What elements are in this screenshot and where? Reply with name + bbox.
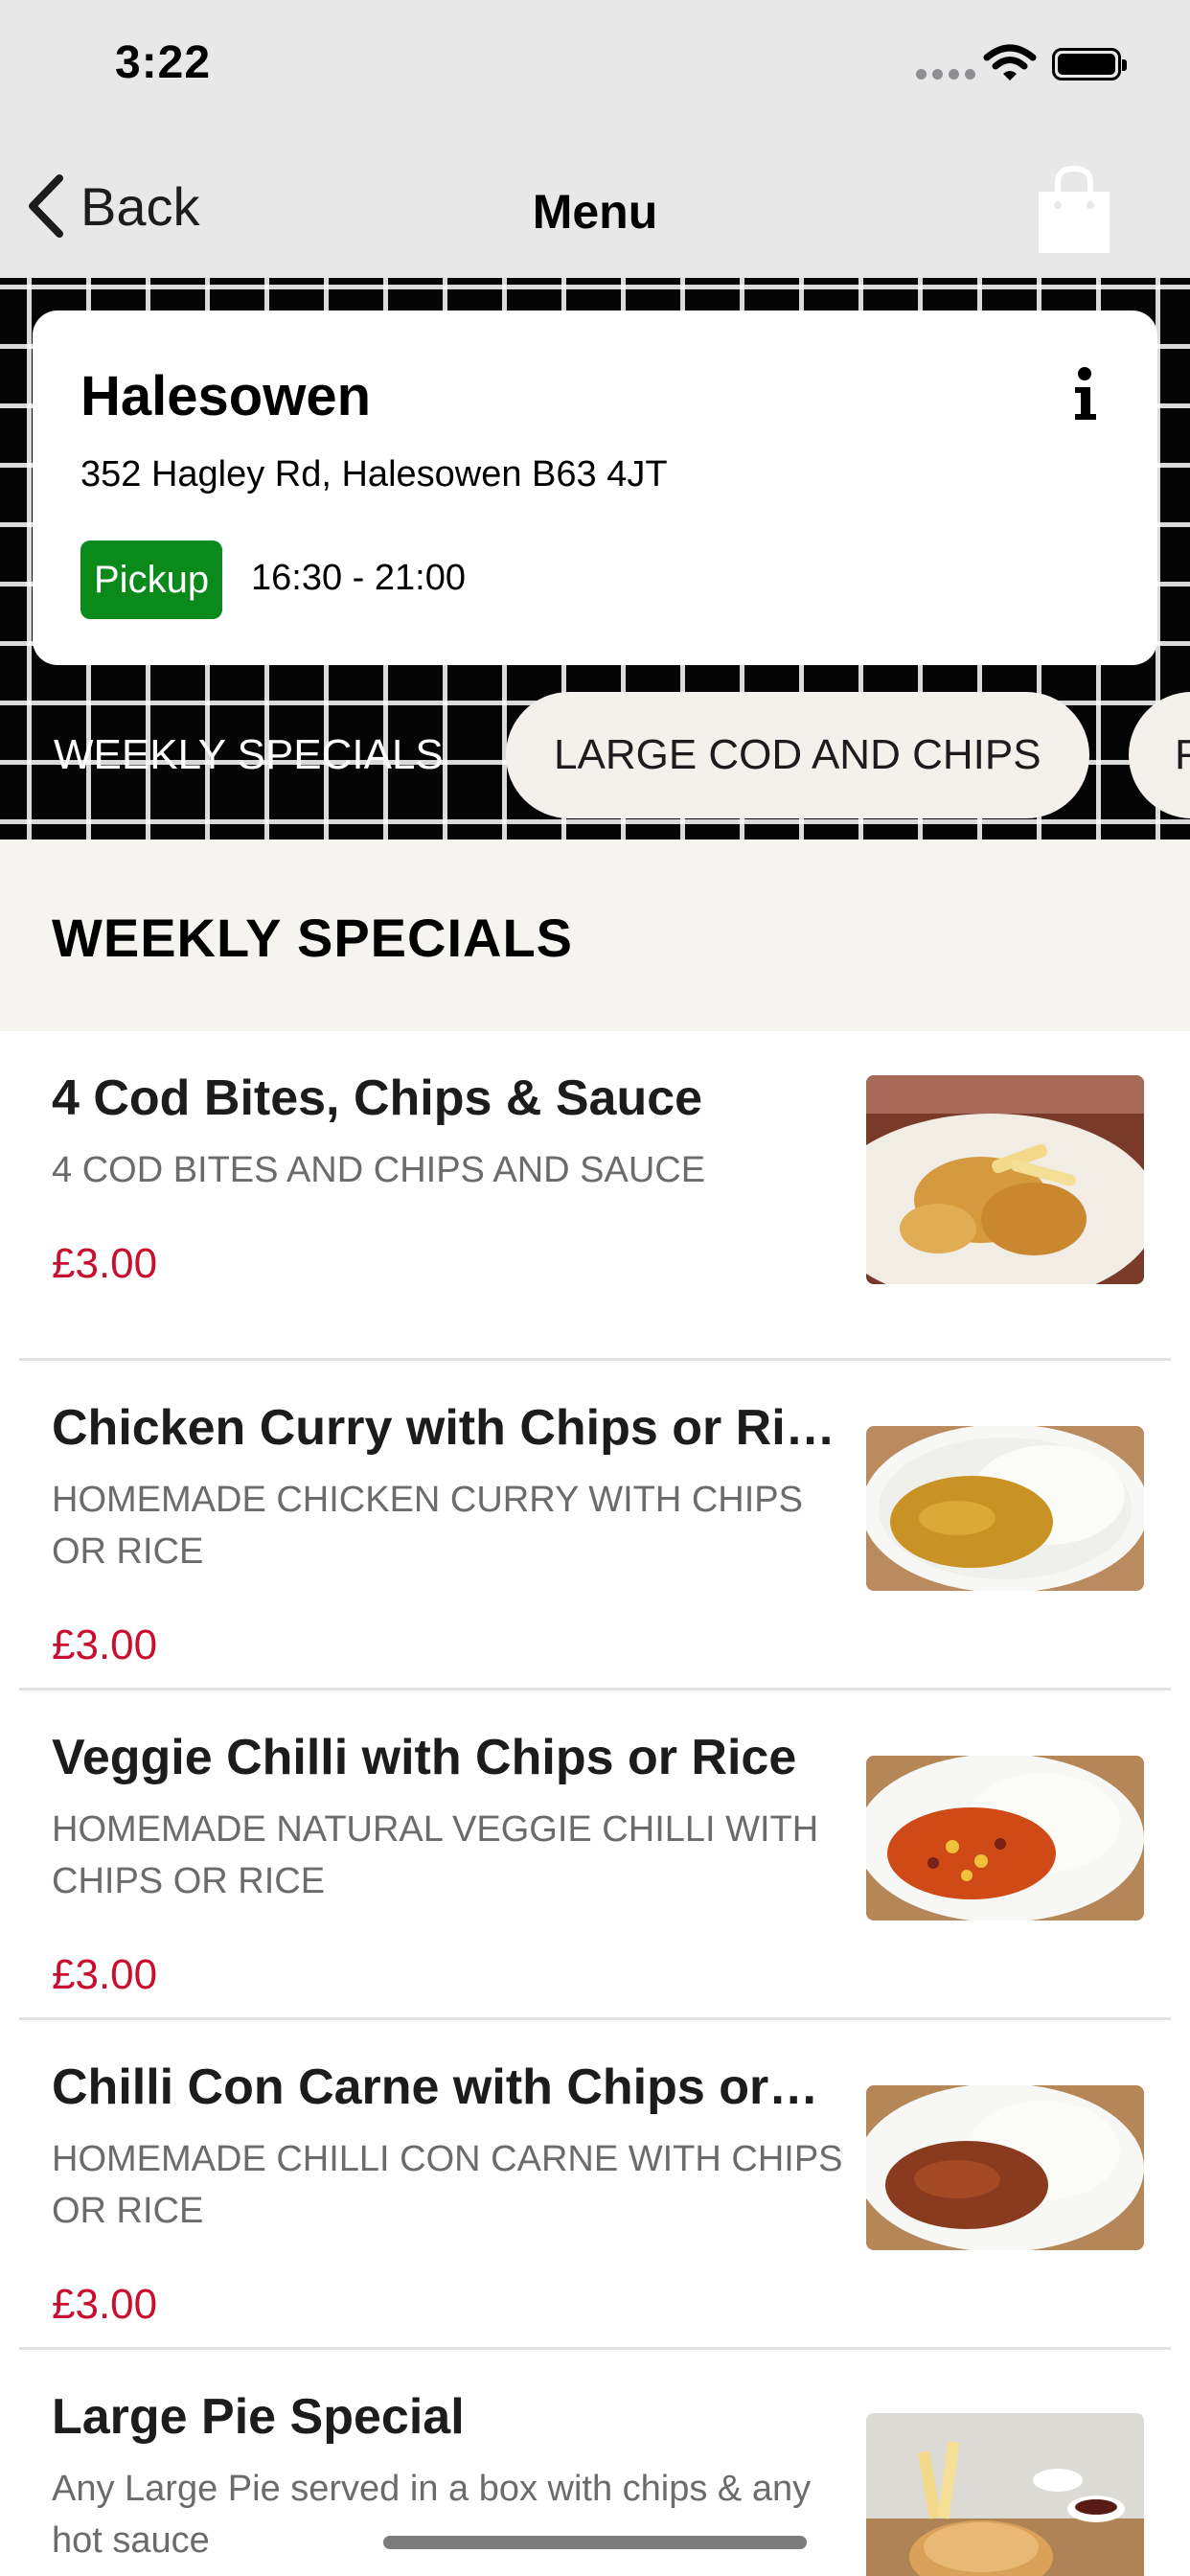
item-name: Chilli Con Carne with Chips or… xyxy=(52,2059,819,2115)
item-price: £3.00 xyxy=(52,1622,158,1668)
menu-item[interactable]: Chicken Curry with Chips or Rice HOMEMAD… xyxy=(0,1361,1190,1690)
store-card: Halesowen 352 Hagley Rd, Halesowen B63 4… xyxy=(33,310,1157,665)
home-indicator[interactable] xyxy=(383,2536,807,2549)
pickup-badge: Pickup xyxy=(80,540,223,619)
chilli-con-carne-image xyxy=(866,2085,1144,2250)
item-name: Veggie Chilli with Chips or Rice xyxy=(52,1730,797,1785)
tab-next-category[interactable]: F xyxy=(1129,692,1190,818)
battery-icon xyxy=(1052,48,1127,80)
cellular-signal-icon xyxy=(916,69,975,80)
item-name: 4 Cod Bites, Chips & Sauce xyxy=(52,1070,703,1126)
item-description: 4 COD BITES AND CHIPS AND SAUCE xyxy=(52,1150,706,1190)
item-price: £3.00 xyxy=(52,1240,158,1287)
shopping-bag-icon[interactable] xyxy=(1035,163,1113,257)
store-hours: 16:30 - 21:00 xyxy=(251,558,466,598)
menu-item[interactable]: 4 Cod Bites, Chips & Sauce 4 COD BITES A… xyxy=(0,1031,1190,1361)
item-price: £3.00 xyxy=(52,2281,158,2328)
status-bar: 3:22 xyxy=(0,0,1190,134)
menu-item[interactable]: Veggie Chilli with Chips or Rice HOMEMAD… xyxy=(0,1690,1190,2020)
store-name: Halesowen xyxy=(80,365,371,427)
item-price: £3.00 xyxy=(52,1951,158,1998)
navigation-bar: Back Menu xyxy=(0,134,1190,278)
menu-item[interactable]: Chilli Con Carne with Chips or… HOMEMADE… xyxy=(0,2020,1190,2350)
item-name: Chicken Curry with Chips or Rice xyxy=(52,1400,837,1456)
chicken-curry-image xyxy=(866,1426,1144,1591)
section-title: WEEKLY SPECIALS xyxy=(52,908,574,968)
cod-bites-image xyxy=(866,1075,1144,1284)
item-description: Any Large Pie served in a box with chips… xyxy=(52,2469,812,2561)
section-header: WEEKLY SPECIALS xyxy=(0,840,1190,1031)
store-address: 352 Hagley Rd, Halesowen B63 4JT xyxy=(80,454,668,494)
item-description: HOMEMADE NATURAL VEGGIE CHILLI WITH CHIP… xyxy=(52,1809,819,1901)
item-description: HOMEMADE CHICKEN CURRY WITH CHIPS OR RIC… xyxy=(52,1480,803,1572)
veggie-chilli-image xyxy=(866,1756,1144,1920)
pie-image xyxy=(866,2413,1144,2576)
store-header: Halesowen 352 Hagley Rd, Halesowen B63 4… xyxy=(0,278,1190,840)
category-tabs: WEEKLY SPECIALS LARGE COD AND CHIPS F xyxy=(0,692,1190,818)
info-icon[interactable] xyxy=(1065,366,1104,424)
page-title: Menu xyxy=(532,185,658,239)
status-time: 3:22 xyxy=(115,37,212,88)
item-name: Large Pie Special xyxy=(52,2389,465,2445)
tab-weekly-specials[interactable]: WEEKLY SPECIALS xyxy=(54,692,444,818)
item-description: HOMEMADE CHILLI CON CARNE WITH CHIPS OR … xyxy=(52,2139,843,2231)
wifi-icon xyxy=(983,44,1037,80)
tab-large-cod-and-chips[interactable]: LARGE COD AND CHIPS xyxy=(506,692,1089,818)
